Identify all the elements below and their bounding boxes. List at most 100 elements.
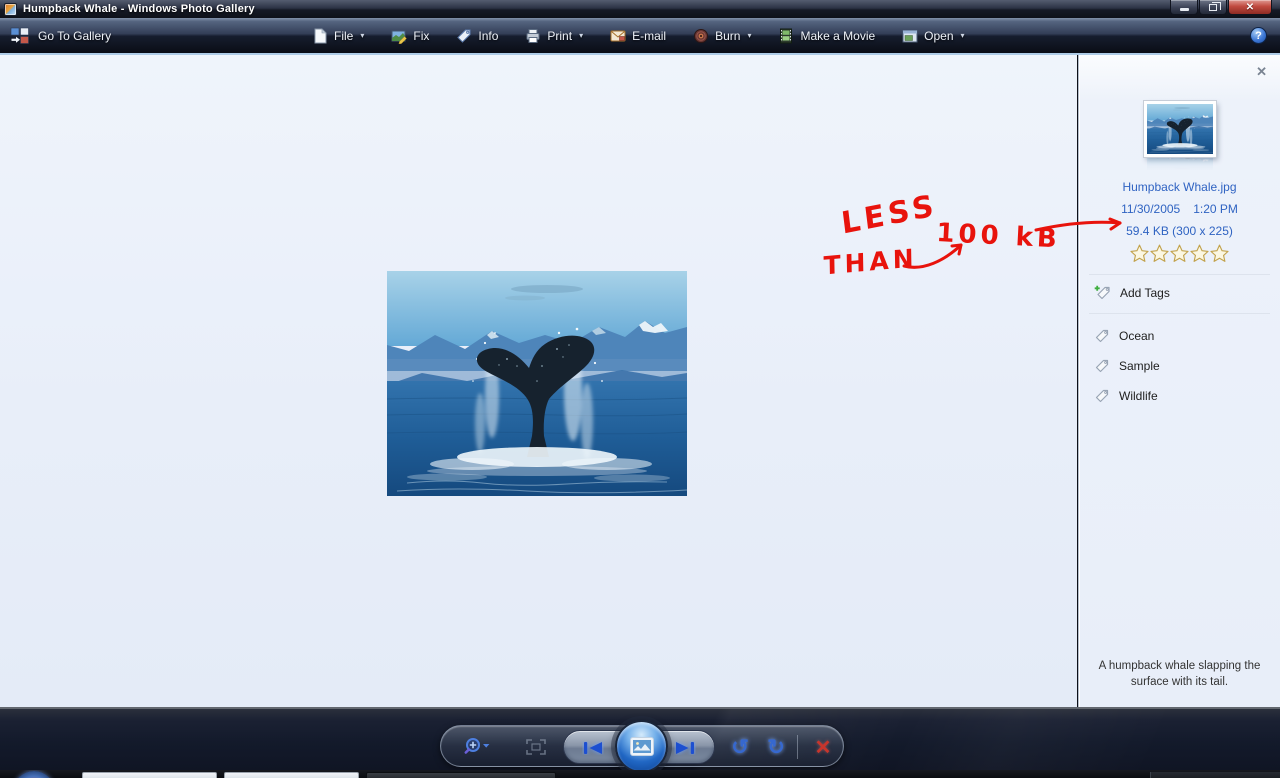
delete-icon: ✕ [815, 735, 832, 760]
file-icon [312, 28, 328, 44]
tag-icon [1094, 388, 1110, 404]
tag-item-sample[interactable]: Sample [1079, 358, 1280, 374]
zoom-button[interactable] [459, 726, 495, 768]
minimize-button[interactable] [1170, 0, 1198, 15]
tag-label: Sample [1119, 359, 1160, 373]
toolbar-item-open[interactable]: Open ▾ [902, 28, 964, 44]
chevron-down-icon: ▾ [961, 31, 965, 40]
help-icon: ? [1255, 30, 1262, 42]
rating-star[interactable] [1190, 244, 1209, 262]
taskbar-button[interactable] [82, 772, 217, 778]
file-date: 11/30/2005 [1121, 202, 1180, 216]
toolbar-label: E-mail [632, 29, 666, 43]
toolbar-label: Make a Movie [800, 29, 875, 43]
previous-icon [582, 741, 604, 755]
toolbar-item-email[interactable]: E-mail [610, 28, 666, 44]
tag-icon [1094, 328, 1110, 344]
photo-gallery-window: Humpback Whale - Windows Photo Gallery ✕… [0, 0, 1280, 778]
panel-separator [1089, 313, 1270, 314]
rotate-clockwise-button[interactable]: ↻ [759, 726, 793, 768]
system-tray-sliver [1150, 772, 1280, 778]
rotate-ccw-icon: ↺ [731, 735, 749, 760]
add-tags-button[interactable]: Add Tags [1079, 275, 1280, 301]
photo-view-area [0, 55, 1077, 707]
toolbar-item-print[interactable]: Print ▾ [525, 28, 583, 44]
chevron-down-icon: ▾ [747, 31, 751, 40]
title-bar: Humpback Whale - Windows Photo Gallery ✕ [0, 0, 1280, 18]
start-orb[interactable] [13, 771, 55, 778]
magnifier-icon [462, 736, 492, 758]
help-button[interactable]: ? [1250, 27, 1267, 44]
playback-control-bar: ↺ ↻ ✕ [440, 725, 844, 767]
movie-icon [778, 28, 794, 44]
fit-to-window-button[interactable] [521, 726, 551, 768]
photo-humpback-whale [387, 271, 687, 496]
add-tag-icon [1094, 285, 1111, 301]
play-slideshow-button[interactable] [615, 720, 668, 773]
close-button[interactable]: ✕ [1228, 0, 1272, 15]
tag-list: Ocean Sample Wildlife [1079, 328, 1280, 404]
toolbar-label: File [334, 29, 353, 43]
rating-star[interactable] [1150, 244, 1169, 262]
toolbar-label: Burn [715, 29, 740, 43]
restore-button[interactable] [1199, 0, 1227, 15]
go-to-gallery-button[interactable]: Go To Gallery [10, 18, 111, 53]
file-size: 59.4 KB (300 x 225) [1079, 224, 1280, 238]
toolbar-item-info[interactable]: Info [456, 28, 498, 44]
window-title: Humpback Whale - Windows Photo Gallery [23, 3, 255, 15]
fix-icon [391, 28, 407, 44]
rating-star[interactable] [1210, 244, 1229, 262]
toolbar-items: File ▾ Fix Info [312, 18, 965, 53]
file-time: 1:20 PM [1193, 202, 1238, 216]
taskbar-button[interactable] [224, 772, 359, 778]
chevron-down-icon: ▾ [360, 31, 364, 40]
rotate-cw-icon: ↻ [767, 735, 785, 760]
toolbar-label: Info [478, 29, 498, 43]
toolbar-label: Print [547, 29, 572, 43]
photo-caption: A humpback whale slapping the surface wi… [1090, 658, 1269, 691]
toolbar-item-make-a-movie[interactable]: Make a Movie [778, 28, 875, 44]
rating-stars [1079, 244, 1280, 262]
close-icon: ✕ [1246, 2, 1254, 13]
slideshow-icon [630, 737, 654, 756]
info-icon [456, 28, 472, 44]
go-to-gallery-label: Go To Gallery [38, 29, 111, 43]
thumbnail-reflection [1144, 158, 1216, 173]
taskbar-button-active[interactable] [366, 772, 556, 778]
toolbar-item-fix[interactable]: Fix [391, 28, 429, 44]
add-tags-label: Add Tags [1120, 286, 1170, 300]
photo-thumbnail[interactable] [1144, 101, 1216, 157]
email-icon [610, 28, 626, 44]
rating-star[interactable] [1130, 244, 1149, 262]
file-name: Humpback Whale.jpg [1079, 180, 1280, 194]
panel-close-button[interactable]: ✕ [1256, 64, 1267, 80]
tag-item-wildlife[interactable]: Wildlife [1079, 388, 1280, 404]
toolbar-label: Open [924, 29, 953, 43]
tag-label: Wildlife [1119, 389, 1158, 403]
delete-button[interactable]: ✕ [803, 726, 843, 768]
fit-to-window-icon [526, 739, 546, 755]
app-icon [4, 3, 17, 16]
content-area: ✕ Humpback Whale.jpg 11/30/2005 1:20 PM … [0, 55, 1280, 707]
go-to-gallery-icon [10, 27, 30, 44]
control-divider [797, 735, 798, 759]
toolbar: Go To Gallery File ▾ Fix [0, 18, 1280, 55]
bottom-chrome: ↺ ↻ ✕ [0, 707, 1280, 770]
taskbar-sliver [0, 770, 1280, 778]
toolbar-label: Fix [413, 29, 429, 43]
print-icon [525, 28, 541, 44]
toolbar-item-burn[interactable]: Burn ▾ [693, 28, 751, 44]
previous-button[interactable] [570, 731, 616, 765]
rotate-counterclockwise-button[interactable]: ↺ [723, 726, 757, 768]
tag-item-ocean[interactable]: Ocean [1079, 328, 1280, 344]
panel-close-icon: ✕ [1256, 64, 1267, 79]
toolbar-item-file[interactable]: File ▾ [312, 28, 364, 44]
next-button[interactable] [662, 731, 708, 765]
chevron-down-icon: ▾ [579, 31, 583, 40]
open-icon [902, 28, 918, 44]
info-panel: ✕ Humpback Whale.jpg 11/30/2005 1:20 PM … [1078, 55, 1280, 707]
rating-star[interactable] [1170, 244, 1189, 262]
window-controls: ✕ [1170, 0, 1272, 15]
next-icon [674, 741, 696, 755]
burn-icon [693, 28, 709, 44]
